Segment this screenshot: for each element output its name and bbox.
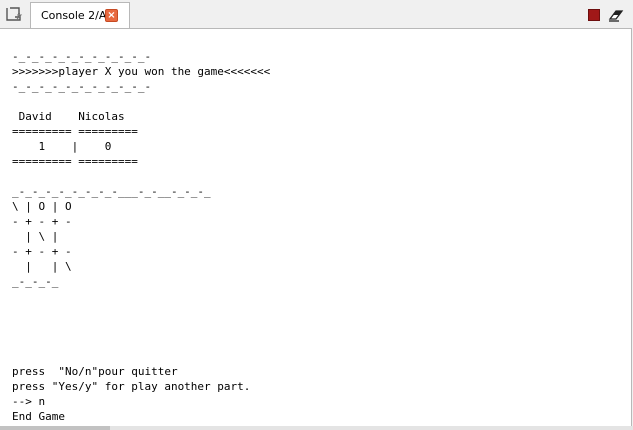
console-window: Console 2/A × -_-_-_-_-_-_-_-_-_-_- >>>>… bbox=[0, 0, 633, 430]
tab-console-label: Console 2/A bbox=[41, 9, 107, 22]
console-output-text: -_-_-_-_-_-_-_-_-_-_- >>>>>>>player X yo… bbox=[12, 50, 271, 423]
scrollbar-thumb[interactable] bbox=[0, 426, 110, 430]
new-console-icon[interactable] bbox=[6, 5, 24, 23]
horizontal-scrollbar[interactable] bbox=[0, 426, 633, 430]
new-console-icon-graphic bbox=[6, 7, 23, 21]
stop-icon[interactable] bbox=[588, 9, 600, 21]
eraser-icon[interactable] bbox=[607, 7, 625, 23]
tab-console[interactable]: Console 2/A × bbox=[30, 2, 130, 28]
close-icon[interactable]: × bbox=[105, 9, 118, 22]
eraser-icon-graphic bbox=[608, 10, 624, 22]
tab-bar: Console 2/A × bbox=[0, 0, 633, 28]
console-output-area[interactable]: -_-_-_-_-_-_-_-_-_-_- >>>>>>>player X yo… bbox=[0, 28, 632, 426]
